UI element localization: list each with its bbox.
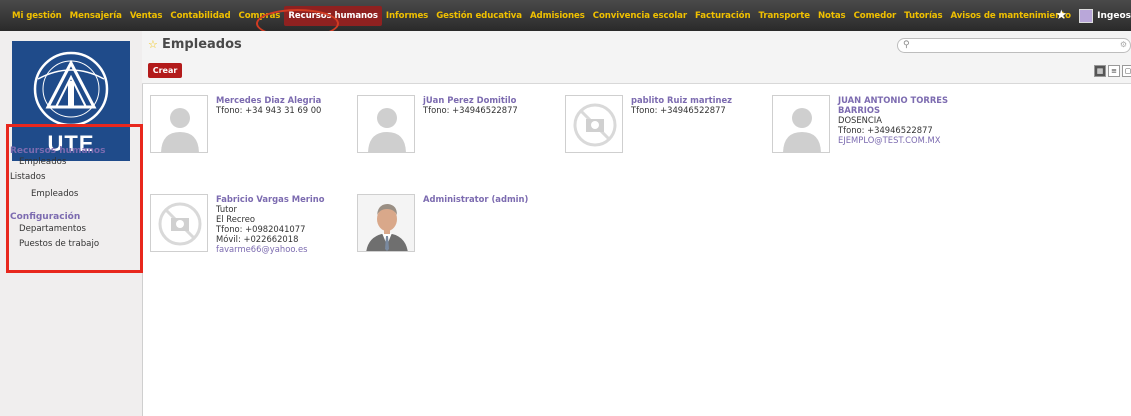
- employee-name[interactable]: Mercedes Diaz Alegria: [216, 95, 356, 105]
- employee-info: Administrator (admin): [423, 194, 563, 204]
- menu-contabilidad[interactable]: Contabilidad: [166, 0, 234, 31]
- menu-recursos-humanos[interactable]: Recursos humanos: [284, 5, 382, 26]
- search-input[interactable]: ⚲ ⚙: [897, 38, 1131, 53]
- menu-mi-gestion[interactable]: Mi gestión: [8, 0, 66, 31]
- employee-card[interactable]: Mercedes Diaz Alegria Tfono: +34 943 31 …: [150, 95, 350, 185]
- employee-name[interactable]: jUan Perez Domitilo: [423, 95, 563, 105]
- employee-card[interactable]: jUan Perez Domitilo Tfono: +34946522877: [357, 95, 557, 185]
- no-photo-icon: [566, 96, 622, 152]
- employee-info: JUAN ANTONIO TORRES BARRIOS DOSENCIA Tfo…: [838, 95, 978, 145]
- employee-mobile: Móvil: +022662018: [216, 234, 299, 244]
- kanban-view-icon[interactable]: ▦: [1094, 65, 1106, 77]
- employee-photo[interactable]: [357, 95, 415, 153]
- create-button[interactable]: Crear: [148, 63, 182, 78]
- user-avatar[interactable]: [1079, 8, 1094, 23]
- sidebar-heading-recursos-humanos: Recursos humanos: [10, 146, 106, 156]
- employee-job: Tutor: [216, 204, 238, 214]
- employee-photo[interactable]: [772, 95, 830, 153]
- employee-info: pablito Ruiz martinez Tfono: +3494652287…: [631, 95, 771, 115]
- employee-name[interactable]: Administrator (admin): [423, 194, 563, 204]
- sidebar-item-listados[interactable]: Listados: [10, 172, 45, 182]
- top-right-area: ★ Ingeos: [1056, 0, 1131, 31]
- employee-phone: Tfono: +0982041077: [216, 224, 306, 234]
- menu-mensajeria[interactable]: Mensajería: [66, 0, 126, 31]
- menu-admisiones[interactable]: Admisiones: [526, 0, 589, 31]
- employee-info: Fabricio Vargas Merino Tutor El Recreo T…: [216, 194, 356, 254]
- sidebar-item-empleados[interactable]: Empleados: [19, 157, 66, 167]
- employee-info: Mercedes Diaz Alegria Tfono: +34 943 31 …: [216, 95, 356, 115]
- employee-phone: Tfono: +34 943 31 69 00: [216, 105, 322, 115]
- sidebar-item-departamentos[interactable]: Departamentos: [19, 224, 86, 234]
- admin-portrait-image: [358, 195, 414, 251]
- employee-name[interactable]: Fabricio Vargas Merino: [216, 194, 356, 204]
- employee-workplace: El Recreo: [216, 214, 256, 224]
- view-switcher: ▦ ≡ ▢: [1092, 65, 1131, 77]
- user-name[interactable]: Ingeos: [1097, 11, 1131, 21]
- menu-comedor[interactable]: Comedor: [850, 0, 901, 31]
- form-view-icon[interactable]: ▢: [1122, 65, 1131, 77]
- employee-photo[interactable]: [565, 95, 623, 153]
- menu-convivencia-escolar[interactable]: Convivencia escolar: [589, 0, 691, 31]
- employee-phone: Tfono: +34946522877: [423, 105, 518, 115]
- employee-name[interactable]: JUAN ANTONIO TORRES BARRIOS: [838, 95, 950, 115]
- sidebar-heading-configuracion: Configuración: [10, 212, 81, 222]
- search-options-icon[interactable]: ⚙: [1120, 40, 1127, 49]
- employee-info: jUan Perez Domitilo Tfono: +34946522877: [423, 95, 563, 115]
- employee-email[interactable]: EJEMPLO@TEST.COM.MX: [838, 135, 978, 145]
- sidebar-item-listados-empleados[interactable]: Empleados: [31, 189, 78, 199]
- favorites-star-icon[interactable]: ★: [1056, 8, 1068, 23]
- sidebar-item-puestos[interactable]: Puestos de trabajo: [19, 239, 99, 249]
- employee-card[interactable]: pablito Ruiz martinez Tfono: +3494652287…: [565, 95, 765, 185]
- menu-notas[interactable]: Notas: [814, 0, 850, 31]
- menu-tutorias[interactable]: Tutorías: [900, 0, 946, 31]
- menu-facturacion[interactable]: Facturación: [691, 0, 755, 31]
- content-header: ☆ Empleados Crear ⚲ ⚙ ▦ ≡ ▢: [142, 31, 1131, 84]
- menu-gestion-educativa[interactable]: Gestión educativa: [432, 0, 526, 31]
- employee-job: DOSENCIA: [838, 115, 882, 125]
- employee-phone: Tfono: +34946522877: [631, 105, 726, 115]
- search-icon: ⚲: [903, 40, 910, 50]
- employee-phone: Tfono: +34946522877: [838, 125, 933, 135]
- employee-card[interactable]: Fabricio Vargas Merino Tutor El Recreo T…: [150, 194, 350, 284]
- company-logo[interactable]: UTE: [12, 41, 130, 161]
- employee-photo[interactable]: [357, 194, 415, 252]
- employee-email[interactable]: favarme66@yahoo.es: [216, 244, 356, 254]
- employee-card[interactable]: Administrator (admin): [357, 194, 557, 284]
- sidebar: UTE Recursos humanos Empleados Listados …: [0, 31, 143, 416]
- avatar-placeholder-icon: [151, 96, 207, 152]
- top-menu-bar: Mi gestión Mensajería Ventas Contabilida…: [0, 0, 1131, 31]
- employee-card[interactable]: JUAN ANTONIO TORRES BARRIOS DOSENCIA Tfo…: [772, 95, 972, 185]
- main-menu: Mi gestión Mensajería Ventas Contabilida…: [8, 0, 1075, 31]
- no-photo-icon: [151, 195, 207, 251]
- employee-photo[interactable]: [150, 194, 208, 252]
- page-title: Empleados: [162, 37, 242, 52]
- employee-name[interactable]: pablito Ruiz martinez: [631, 95, 771, 105]
- menu-compras[interactable]: Compras: [235, 0, 285, 31]
- menu-ventas[interactable]: Ventas: [126, 0, 167, 31]
- list-view-icon[interactable]: ≡: [1108, 65, 1120, 77]
- favorite-star-icon[interactable]: ☆: [148, 38, 158, 51]
- avatar-placeholder-icon: [773, 96, 829, 152]
- avatar-placeholder-icon: [358, 96, 414, 152]
- menu-transporte[interactable]: Transporte: [755, 0, 814, 31]
- menu-informes[interactable]: Informes: [382, 0, 432, 31]
- employee-photo[interactable]: [150, 95, 208, 153]
